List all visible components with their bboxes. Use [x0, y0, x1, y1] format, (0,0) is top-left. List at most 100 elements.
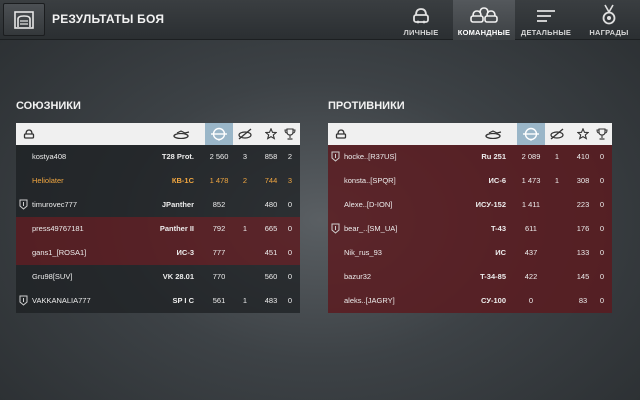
allies-rows: kostya408 T28 Prot. 2 560 3 858 2 Heliolater КВ…: [16, 145, 300, 313]
player-vehicle: SP I C: [172, 296, 194, 305]
player-row[interactable]: kostya408 T28 Prot. 2 560 3 858 2: [16, 145, 300, 169]
player-name: hocke..[R37US]: [344, 152, 397, 161]
player-row[interactable]: VAKKANALIA777 SP I C 561 1 483 0: [16, 289, 300, 313]
player-xp: 145: [576, 272, 590, 281]
player-column-header[interactable]: [20, 123, 38, 145]
player-rank: 0: [599, 296, 605, 305]
player-name: Nik_rus_93: [344, 248, 382, 257]
player-icon: [335, 129, 347, 139]
player-vehicle: T-43: [490, 224, 506, 233]
player-rank: 0: [287, 224, 293, 233]
player-row[interactable]: bear_..[SM_UA] T-43 611 176 0: [328, 217, 612, 241]
trophy-icon: [596, 128, 608, 140]
player-damage: 2 089: [521, 152, 541, 161]
tab-awards[interactable]: НАГРАДЫ: [582, 0, 636, 40]
list-lines-icon: [537, 10, 555, 22]
medal-icon: [602, 4, 616, 25]
player-vehicle: ИС-6: [488, 176, 506, 185]
tab-team[interactable]: КОМАНДНЫЕ: [453, 0, 515, 40]
player-row[interactable]: konsta..[SPQR] ИС-6 1 473 1 308 0: [328, 169, 612, 193]
player-column-header[interactable]: [332, 123, 350, 145]
clan-badge-icon: [19, 295, 28, 308]
kills-column-header[interactable]: [545, 123, 569, 145]
player-damage: 770: [212, 272, 226, 281]
player-vehicle: Ru 251: [481, 152, 506, 161]
player-row[interactable]: bazur32 T-34-85 422 145 0: [328, 265, 612, 289]
player-xp: 133: [576, 248, 590, 257]
player-xp: 665: [264, 224, 278, 233]
player-xp: 480: [264, 200, 278, 209]
xp-column-header[interactable]: [572, 123, 594, 145]
player-row[interactable]: timurovec777 JPanther 852 480 0: [16, 193, 300, 217]
player-vehicle: T28 Prot.: [161, 152, 194, 161]
player-name: Alexe..[D-ION]: [344, 200, 393, 209]
kills-icon: [550, 128, 564, 140]
player-name: kostya408: [32, 152, 67, 161]
player-damage: 0: [528, 296, 534, 305]
player-damage: 852: [212, 200, 226, 209]
player-name: konsta..[SPQR]: [344, 176, 396, 185]
player-row[interactable]: Alexe..[D-ION] ИСУ-152 1 411 223 0: [328, 193, 612, 217]
player-row[interactable]: gans1_[ROSA1] ИС-3 777 451 0: [16, 241, 300, 265]
vehicle-column-header[interactable]: [480, 123, 506, 145]
player-damage: 1 473: [521, 176, 541, 185]
garage-icon: [14, 10, 34, 29]
player-xp: 858: [264, 152, 278, 161]
player-row[interactable]: Gru98[SUV] VK 28.01 770 560 0: [16, 265, 300, 289]
player-row[interactable]: Nik_rus_93 ИС 437 133 0: [328, 241, 612, 265]
clan-badge-icon: [331, 223, 340, 236]
enemies-rows: hocke..[R37US] Ru 251 2 089 1 410 0 konsta..[S…: [328, 145, 612, 313]
player-name: Gru98[SUV]: [32, 272, 73, 281]
player-vehicle: ИС: [495, 248, 506, 257]
allies-table-header: [16, 123, 300, 145]
player-xp: 410: [576, 152, 590, 161]
player-vehicle: T-34-85: [480, 272, 506, 281]
player-damage: 792: [212, 224, 226, 233]
player-kills: [547, 193, 567, 217]
tank-icon: [485, 130, 502, 139]
player-row[interactable]: aleks..[JAGRY] СУ-100 0 83 0: [328, 289, 612, 313]
player-row[interactable]: Heliolater КВ-1С 1 478 2 744 3: [16, 169, 300, 193]
player-damage: 611: [525, 224, 537, 233]
player-xp: 560: [264, 272, 278, 281]
player-name: aleks..[JAGRY]: [344, 296, 395, 305]
home-button[interactable]: [3, 3, 45, 36]
player-rank: 3: [287, 176, 293, 185]
player-rank: 0: [287, 272, 293, 281]
player-rank: 0: [287, 296, 293, 305]
player-damage: 1 478: [209, 176, 229, 185]
player-kills: [547, 289, 567, 313]
player-damage: 422: [524, 272, 538, 281]
player-name: Heliolater: [32, 176, 64, 185]
rank-column-header[interactable]: [592, 123, 612, 145]
player-damage: 2 560: [209, 152, 229, 161]
xp-star-icon: [265, 128, 277, 140]
player-rank: 0: [599, 272, 605, 281]
damage-column-header[interactable]: [205, 123, 233, 145]
clan-badge-icon: [19, 199, 28, 212]
player-name: press49767181: [32, 224, 84, 233]
vehicle-column-header[interactable]: [168, 123, 194, 145]
player-kills: 2: [242, 176, 248, 185]
tab-detailed[interactable]: ДЕТАЛЬНЫЕ: [518, 0, 574, 40]
player-vehicle: JPanther: [161, 200, 194, 209]
player-xp: 483: [264, 296, 278, 305]
player-vehicle: ИСУ-152: [475, 200, 506, 209]
player-row[interactable]: press49767181 Panther II 792 1 665 0: [16, 217, 300, 241]
xp-column-header[interactable]: [260, 123, 282, 145]
player-name: timurovec777: [32, 200, 78, 209]
top-bar: РЕЗУЛЬТАТЫ БОЯ ЛИЧНЫЕ КОМАНДНЫЕ ДЕТАЛЬНЫ…: [0, 0, 640, 40]
player-rank: 2: [287, 152, 293, 161]
trophy-icon: [284, 128, 296, 140]
player-xp: 451: [264, 248, 278, 257]
rank-column-header[interactable]: [280, 123, 300, 145]
tank-icon: [173, 130, 190, 139]
kills-column-header[interactable]: [233, 123, 257, 145]
player-kills: [547, 217, 567, 241]
player-name: bear_..[SM_UA]: [344, 224, 398, 233]
player-row[interactable]: hocke..[R37US] Ru 251 2 089 1 410 0: [328, 145, 612, 169]
tab-personal[interactable]: ЛИЧНЫЕ: [395, 0, 447, 40]
damage-column-header[interactable]: [517, 123, 545, 145]
damage-icon: [211, 127, 227, 141]
player-vehicle: КВ-1С: [171, 176, 194, 185]
